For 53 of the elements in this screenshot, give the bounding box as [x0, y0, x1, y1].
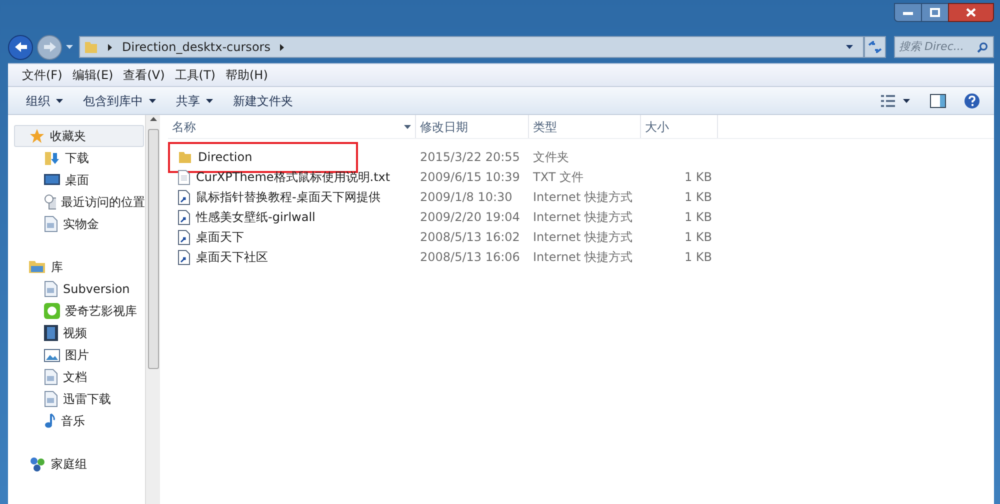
- table-cell: Internet 快捷方式: [533, 230, 632, 244]
- table-cell: 2009/1/8 10:30: [420, 190, 512, 204]
- address-bar[interactable]: Direction_desktx-cursors: [79, 36, 864, 58]
- address-path[interactable]: Direction_desktx-cursors: [122, 38, 270, 56]
- table-cell: 1 KB: [684, 250, 712, 264]
- file-name[interactable]: 鼠标指针替换教程-桌面天下网提供: [196, 188, 380, 206]
- column-header[interactable]: 修改日期: [416, 115, 529, 138]
- sidebar-group[interactable]: 收藏夹: [14, 125, 144, 147]
- search-field[interactable]: 搜索 Direc...: [894, 36, 994, 58]
- sidebar-item[interactable]: 迅雷下载: [14, 388, 145, 410]
- table-cell: Internet 快捷方式: [533, 210, 632, 224]
- sidebar-item[interactable]: 桌面: [14, 169, 145, 191]
- sidebar-item[interactable]: 实物金: [14, 213, 145, 235]
- column-header[interactable]: 名称: [168, 115, 416, 138]
- table-cell: TXT 文件: [533, 170, 584, 184]
- menu-item[interactable]: 查看(V): [119, 66, 169, 84]
- table-cell: Internet 快捷方式: [533, 190, 632, 204]
- toolbar-button[interactable]: 包含到库中: [73, 92, 166, 110]
- table-cell: 1 KB: [684, 170, 712, 184]
- file-name[interactable]: 性感美女壁纸-girlwall: [196, 208, 316, 226]
- file-name[interactable]: 桌面天下社区: [196, 248, 268, 266]
- sidebar-item[interactable]: 音乐: [14, 410, 145, 432]
- toolbar-button[interactable]: 共享: [166, 92, 223, 110]
- sidebar-item[interactable]: 图片: [14, 344, 145, 366]
- file-name[interactable]: Direction: [198, 148, 252, 166]
- column-header[interactable]: 类型: [529, 115, 641, 138]
- table-cell: 2015/3/22 20:55: [420, 150, 520, 164]
- sidebar-item[interactable]: 下载: [14, 147, 145, 169]
- toolbar-button[interactable]: 新建文件夹: [223, 92, 303, 110]
- menu-item[interactable]: 工具(T): [170, 66, 220, 84]
- table-cell: 1 KB: [684, 230, 712, 244]
- menu-item[interactable]: 编辑(E): [68, 66, 118, 84]
- table-cell: 2008/5/13 16:06: [420, 250, 520, 264]
- sidebar-group[interactable]: 家庭组: [14, 453, 144, 475]
- table-cell: 文件夹: [533, 150, 569, 164]
- column-header[interactable]: 大小: [641, 115, 718, 138]
- table-cell: 1 KB: [684, 210, 712, 224]
- toolbar-button[interactable]: 组织: [16, 92, 73, 110]
- menu-item[interactable]: 帮助(H): [222, 66, 272, 84]
- file-name[interactable]: 桌面天下: [196, 228, 244, 246]
- sidebar-item[interactable]: 视频: [14, 322, 145, 344]
- table-cell: 2009/2/20 19:04: [420, 210, 520, 224]
- sidebar-group[interactable]: 库: [14, 256, 144, 278]
- sidebar-item[interactable]: 爱奇艺影视库: [14, 300, 145, 322]
- sidebar-item[interactable]: Subversion: [14, 278, 145, 300]
- sidebar-item[interactable]: 最近访问的位置: [14, 191, 145, 213]
- table-cell: Internet 快捷方式: [533, 250, 632, 264]
- table-cell: 2009/6/15 10:39: [420, 170, 520, 184]
- table-cell: 2008/5/13 16:02: [420, 230, 520, 244]
- table-cell: 1 KB: [684, 190, 712, 204]
- menu-item[interactable]: 文件(F): [18, 66, 66, 84]
- file-name[interactable]: CurXPTheme格式鼠标使用说明.txt: [196, 168, 390, 186]
- sidebar-item[interactable]: 文档: [14, 366, 145, 388]
